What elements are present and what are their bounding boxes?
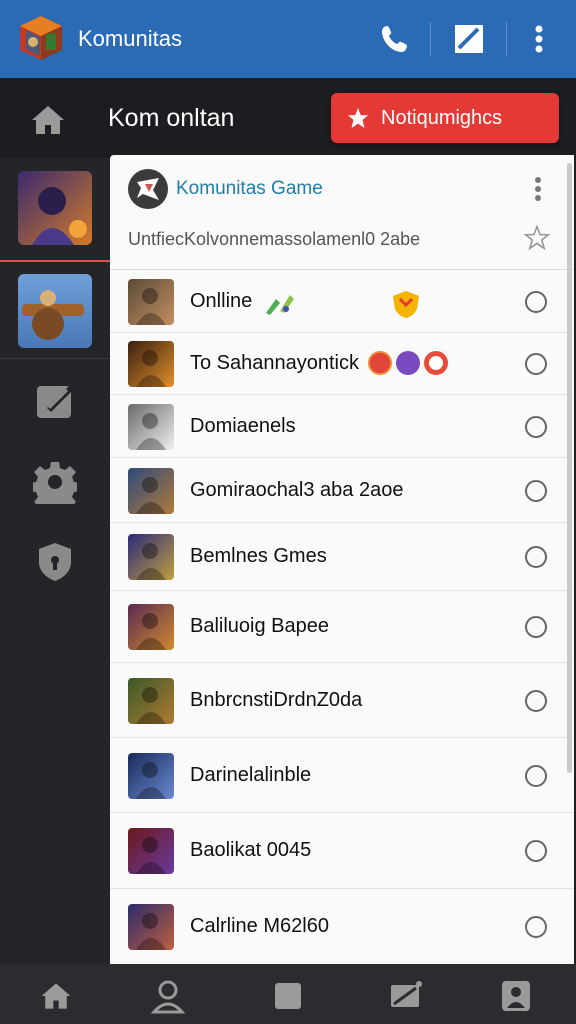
list-item[interactable]: Gomiraochal3 aba 2aoe	[110, 458, 574, 523]
community-logo-icon	[128, 169, 168, 209]
game-thumbnail	[128, 828, 174, 874]
list-item-label: Baolikat 0045	[190, 839, 312, 861]
list-item-label: Calrline M62l60	[190, 915, 329, 937]
rail-divider	[0, 260, 110, 262]
list-item-label: Bemlnes Gmes	[190, 545, 327, 567]
phone-icon[interactable]	[374, 18, 416, 60]
select-radio[interactable]	[525, 416, 547, 438]
select-radio[interactable]	[525, 353, 547, 375]
game-thumbnail	[128, 279, 174, 325]
pencil-leaf-emoji-icon	[266, 295, 294, 315]
rail-game-2[interactable]	[18, 274, 92, 348]
list-item[interactable]: Calrline M62l60	[110, 889, 574, 965]
home-icon[interactable]	[28, 100, 68, 140]
divider	[430, 22, 431, 56]
list-item[interactable]: To Sahannayontick	[110, 333, 574, 395]
list-item[interactable]: Baliluoig Bapee	[110, 591, 574, 663]
star-outline-icon[interactable]	[523, 224, 551, 251]
panel-subtitle: UntfiecKolvonnemassolamenl0 2abe	[128, 229, 421, 249]
select-radio[interactable]	[525, 546, 547, 568]
list-item[interactable]: Onlline	[110, 270, 574, 333]
red-badge-icon	[368, 351, 392, 375]
bottom-navigation	[0, 964, 576, 1024]
more-vertical-icon[interactable]	[518, 18, 560, 60]
shield-icon[interactable]	[33, 540, 77, 584]
row-badges	[368, 351, 448, 375]
list-item-label: To Sahannayontick	[190, 352, 360, 374]
game-thumbnail	[128, 904, 174, 950]
divider	[506, 22, 507, 56]
game-thumbnail	[128, 604, 174, 650]
edit-icon[interactable]	[33, 378, 77, 422]
game-thumbnail	[128, 341, 174, 387]
account-lock-icon[interactable]	[498, 978, 534, 1014]
community-panel: Komunitas Game UntfiecKolvonnemassolamen…	[110, 155, 574, 965]
list-item-label: Domiaenels	[190, 415, 296, 437]
game-thumbnail	[128, 753, 174, 799]
list-item-label: Baliluoig Bapee	[190, 615, 329, 637]
red-ring-badge-icon	[424, 351, 448, 375]
rail-game-1[interactable]	[18, 171, 92, 245]
app-title: Komunitas	[78, 26, 182, 51]
game-thumbnail	[128, 468, 174, 514]
game-thumbnail	[128, 404, 174, 450]
list-item-label: Gomiraochal3 aba 2aoe	[190, 479, 404, 501]
row-badges	[262, 289, 422, 319]
square-icon[interactable]	[270, 978, 306, 1014]
list-item[interactable]: BnbrcnstiDrdnZ0da	[110, 663, 574, 738]
panel-title: Komunitas Game	[176, 178, 323, 199]
list-item-label: BnbrcnstiDrdnZ0da	[190, 689, 363, 711]
star-icon	[347, 107, 369, 129]
list-item[interactable]: Baolikat 0045	[110, 813, 574, 889]
list-item[interactable]: Domiaenels	[110, 395, 574, 458]
more-vertical-icon[interactable]	[528, 175, 548, 205]
select-radio[interactable]	[525, 690, 547, 712]
app-bar: Komunitas	[0, 0, 576, 78]
message-icon[interactable]	[388, 978, 424, 1014]
panel-header: Komunitas Game UntfiecKolvonnemassolamen…	[110, 155, 574, 270]
compose-icon[interactable]	[448, 18, 490, 60]
select-radio[interactable]	[525, 765, 547, 787]
panel-scrollbar[interactable]	[567, 163, 572, 773]
notifications-button[interactable]: Notiqumighcs	[331, 93, 559, 143]
profile-icon[interactable]	[150, 978, 186, 1014]
notifications-button-label: Notiqumighcs	[381, 106, 503, 129]
game-cube-logo-icon	[18, 14, 64, 62]
select-radio[interactable]	[525, 291, 547, 313]
game-thumbnail	[128, 534, 174, 580]
rail-divider	[0, 358, 110, 359]
select-radio[interactable]	[525, 916, 547, 938]
game-thumbnail	[128, 678, 174, 724]
select-radio[interactable]	[525, 480, 547, 502]
home-icon[interactable]	[38, 978, 74, 1014]
section-title: Kom onltan	[108, 104, 235, 132]
list-item[interactable]: Darinelalinble	[110, 738, 574, 813]
select-radio[interactable]	[525, 840, 547, 862]
purple-badge-icon	[396, 351, 420, 375]
settings-gear-icon[interactable]	[30, 460, 80, 512]
list-item[interactable]: Bemlnes Gmes	[110, 523, 574, 591]
shield-emoji-icon	[393, 291, 419, 318]
list-item-label: Darinelalinble	[190, 764, 312, 786]
list-item-label: Onlline	[190, 290, 253, 312]
select-radio[interactable]	[525, 616, 547, 638]
